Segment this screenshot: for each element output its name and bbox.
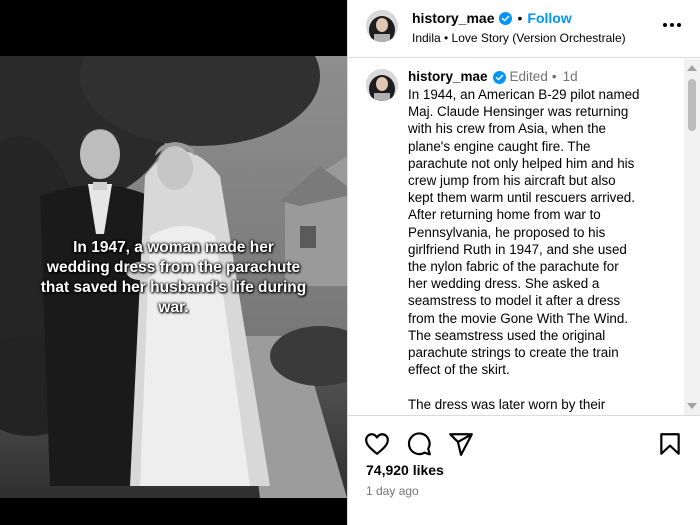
edited-label: Edited <box>509 69 548 85</box>
more-options-icon[interactable] <box>661 17 683 33</box>
likes-count[interactable]: 74,920 likes <box>366 462 444 478</box>
verified-badge-icon <box>492 70 506 84</box>
post-timestamp[interactable]: 1 day ago <box>366 484 419 498</box>
post-header: history_mae • Follow Indila • Love Story… <box>348 0 700 58</box>
caption-body: history_mae Edited • 1d In 1944, an Amer… <box>408 68 680 413</box>
header-text: history_mae • Follow Indila • Love Story… <box>412 8 626 45</box>
author-avatar[interactable] <box>366 10 398 42</box>
avatar-image <box>366 10 398 42</box>
video-overlay-caption: In 1947, a woman made her wedding dress … <box>40 239 307 316</box>
caption-author-avatar[interactable] <box>366 69 398 101</box>
post-actions: 74,920 likes 1 day ago <box>348 415 700 525</box>
post-side-panel: history_mae • Follow Indila • Love Story… <box>347 0 700 525</box>
caption-separator: • <box>551 69 557 85</box>
audio-track[interactable]: Indila • Love Story (Version Orchestrale… <box>412 31 626 45</box>
caption-time: 1d <box>562 69 578 85</box>
caption-scroll-area[interactable]: history_mae Edited • 1d In 1944, an Amer… <box>348 59 700 415</box>
scroll-up-arrow-icon[interactable] <box>687 65 697 71</box>
avatar-image <box>366 69 398 101</box>
follow-button[interactable]: Follow <box>527 10 571 26</box>
scroll-thumb[interactable] <box>688 79 696 131</box>
header-separator: • <box>517 10 523 26</box>
verified-badge-icon <box>499 11 513 25</box>
comment-icon[interactable] <box>406 431 432 457</box>
caption-head: history_mae Edited • 1d <box>408 68 680 86</box>
author-username[interactable]: history_mae <box>412 10 494 26</box>
header-user-row: history_mae • Follow <box>412 8 626 28</box>
post-media[interactable]: In 1947, a woman made her wedding dress … <box>0 0 347 525</box>
scroll-down-arrow-icon[interactable] <box>687 403 697 409</box>
send-icon[interactable] <box>448 431 474 457</box>
caption-text: In 1944, an American B-29 pilot named Ma… <box>408 87 640 412</box>
caption-scrollbar[interactable] <box>684 59 700 415</box>
bookmark-icon[interactable] <box>657 431 683 457</box>
heart-icon[interactable] <box>364 431 390 457</box>
caption-username[interactable]: history_mae <box>408 68 488 85</box>
